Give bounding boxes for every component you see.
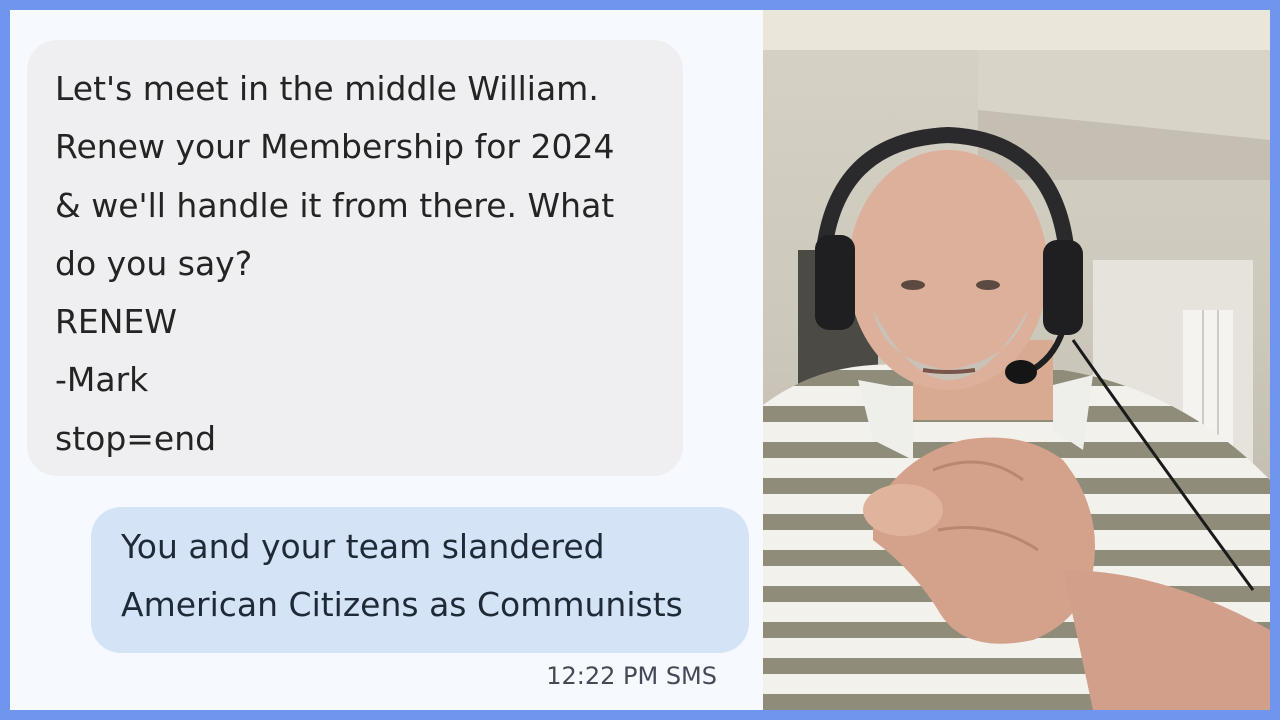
message-line: -Mark	[55, 360, 149, 400]
message-line: stop=end	[55, 418, 217, 458]
message-line: Let's meet in the middle William.	[55, 69, 599, 108]
message-line: You and your team slandered	[121, 527, 605, 566]
message-timestamp: 12:22 PM SMS	[546, 662, 717, 690]
person-pointing-icon	[763, 10, 1270, 710]
sms-conversation: Let's meet in the middle William. Renew …	[10, 10, 763, 710]
outgoing-message-bubble[interactable]: You and your team slandered American Cit…	[91, 507, 749, 653]
webcam-photo	[763, 10, 1270, 710]
thumbnail-frame: Let's meet in the middle William. Renew …	[10, 10, 1270, 710]
message-line: RENEW	[55, 302, 177, 342]
message-line: & we'll handle it from there. What	[55, 185, 615, 225]
message-line: American Citizens as Communists	[121, 585, 683, 624]
incoming-message-bubble[interactable]: Let's meet in the middle William. Renew …	[27, 40, 683, 476]
message-line: Renew your Membership for 2024	[55, 127, 615, 167]
message-line: do you say?	[55, 243, 253, 283]
